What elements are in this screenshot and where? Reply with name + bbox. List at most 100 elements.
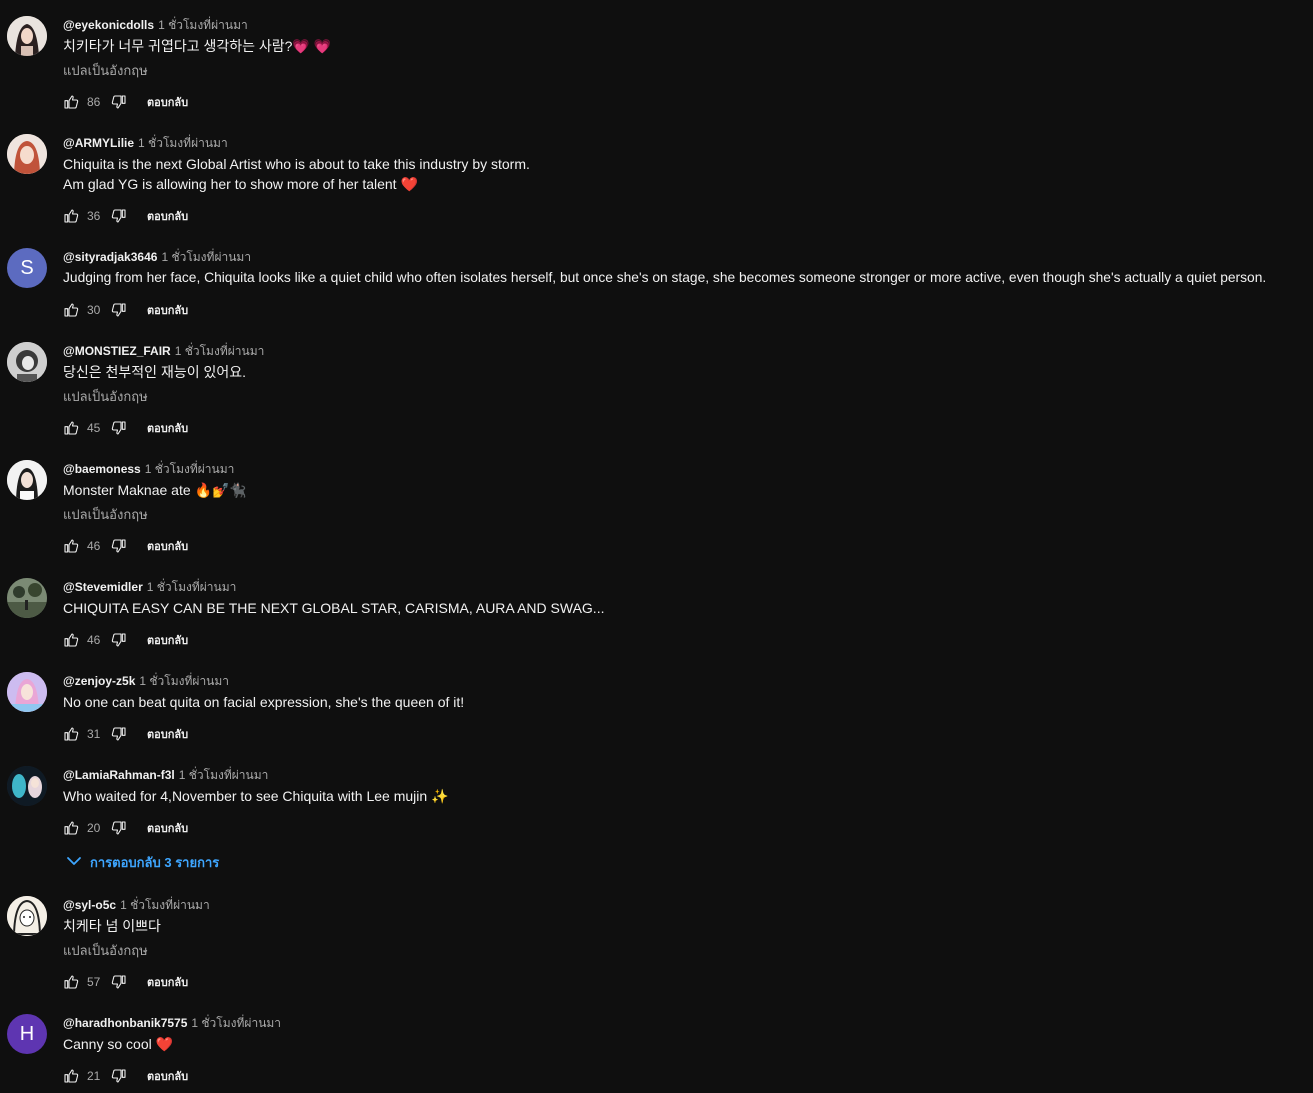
avatar-letter: H xyxy=(19,1022,35,1045)
comment-text-line: Am glad YG is allowing her to show more … xyxy=(63,176,418,192)
like-count: 57 xyxy=(87,975,101,989)
chevron-down-icon xyxy=(66,853,82,872)
author-name[interactable]: @zenjoy-z5k xyxy=(63,674,135,688)
comment-header: @syl-o5c 1 ชั่วโมงที่ผ่านมา xyxy=(63,897,210,913)
like-icon[interactable] xyxy=(63,1068,79,1084)
comment-actions: 30 ตอบกลับ xyxy=(63,302,188,318)
avatar[interactable] xyxy=(7,766,47,806)
like-icon[interactable] xyxy=(63,94,79,110)
like-icon[interactable] xyxy=(63,420,79,436)
comment-header: @Stevemidler 1 ชั่วโมงที่ผ่านมา xyxy=(63,579,236,595)
comment-text: Chiquita is the next Global Artist who i… xyxy=(63,154,530,194)
avatar[interactable] xyxy=(7,896,47,936)
comment-time[interactable]: 1 ชั่วโมงที่ผ่านมา xyxy=(161,250,251,264)
comment-time[interactable]: 1 ชั่วโมงที่ผ่านมา xyxy=(120,898,210,912)
comment-time[interactable]: 1 ชั่วโมงที่ผ่านมา xyxy=(145,462,235,476)
translate-link[interactable]: แปลเป็นอังกฤษ xyxy=(63,942,148,960)
comment-text: CHIQUITA EASY CAN BE THE NEXT GLOBAL STA… xyxy=(63,600,605,616)
like-icon[interactable] xyxy=(63,538,79,554)
dislike-icon[interactable] xyxy=(111,820,127,836)
like-count: 30 xyxy=(87,303,101,317)
dislike-icon[interactable] xyxy=(111,726,127,742)
dislike-icon[interactable] xyxy=(111,302,127,318)
comment-time[interactable]: 1 ชั่วโมงที่ผ่านมา xyxy=(191,1016,281,1030)
translate-link[interactable]: แปลเป็นอังกฤษ xyxy=(63,388,148,406)
comment-time[interactable]: 1 ชั่วโมงที่ผ่านมา xyxy=(158,18,248,32)
translate-link[interactable]: แปลเป็นอังกฤษ xyxy=(63,62,148,80)
comment-header: @zenjoy-z5k 1 ชั่วโมงที่ผ่านมา xyxy=(63,673,229,689)
like-count: 46 xyxy=(87,633,101,647)
author-name[interactable]: @MONSTIEZ_FAIR xyxy=(63,344,171,358)
dislike-icon[interactable] xyxy=(111,538,127,554)
view-replies-label: การตอบกลับ 3 รายการ xyxy=(90,854,220,870)
comment-actions: 45 ตอบกลับ xyxy=(63,420,188,436)
author-name[interactable]: @eyekonicdolls xyxy=(63,18,154,32)
comment-time[interactable]: 1 ชั่วโมงที่ผ่านมา xyxy=(139,674,229,688)
like-icon[interactable] xyxy=(63,302,79,318)
like-icon[interactable] xyxy=(63,726,79,742)
dislike-icon[interactable] xyxy=(111,208,127,224)
comment-text: 당신은 천부적인 재능이 있어요. xyxy=(63,364,246,380)
like-icon[interactable] xyxy=(63,208,79,224)
like-count: 46 xyxy=(87,539,101,553)
comment-time[interactable]: 1 ชั่วโมงที่ผ่านมา xyxy=(138,136,228,150)
dislike-icon[interactable] xyxy=(111,1068,127,1084)
avatar[interactable] xyxy=(7,460,47,500)
like-count: 31 xyxy=(87,727,101,741)
like-count: 36 xyxy=(87,209,101,223)
author-name[interactable]: @Stevemidler xyxy=(63,580,143,594)
avatar[interactable] xyxy=(7,342,47,382)
author-name[interactable]: @haradhonbanik7575 xyxy=(63,1016,187,1030)
avatar[interactable] xyxy=(7,16,47,56)
comment-header: @ARMYLilie 1 ชั่วโมงที่ผ่านมา xyxy=(63,135,228,151)
reply-button[interactable]: ตอบกลับ xyxy=(147,537,188,555)
comment-header: @sityradjak3646 1 ชั่วโมงที่ผ่านมา xyxy=(63,249,251,265)
avatar-letter: S xyxy=(20,256,34,279)
reply-button[interactable]: ตอบกลับ xyxy=(147,207,188,225)
reply-button[interactable]: ตอบกลับ xyxy=(147,419,188,437)
like-icon[interactable] xyxy=(63,974,79,990)
avatar[interactable] xyxy=(7,578,47,618)
comment-actions: 57 ตอบกลับ xyxy=(63,974,188,990)
comment-header: @haradhonbanik7575 1 ชั่วโมงที่ผ่านมา xyxy=(63,1015,281,1031)
comment-actions: 20 ตอบกลับ xyxy=(63,820,188,836)
like-icon[interactable] xyxy=(63,632,79,648)
comment-time[interactable]: 1 ชั่วโมงที่ผ่านมา xyxy=(147,580,237,594)
avatar[interactable]: H xyxy=(7,1014,47,1054)
comment-text: Judging from her face, Chiquita looks li… xyxy=(63,270,1267,285)
avatar[interactable] xyxy=(7,134,47,174)
avatar[interactable]: S xyxy=(7,248,47,288)
comment-time[interactable]: 1 ชั่วโมงที่ผ่านมา xyxy=(179,768,269,782)
view-replies-button[interactable]: การตอบกลับ 3 รายการ xyxy=(66,853,219,871)
comment-header: @MONSTIEZ_FAIR 1 ชั่วโมงที่ผ่านมา xyxy=(63,343,264,359)
comment-actions: 36 ตอบกลับ xyxy=(63,208,188,224)
author-name[interactable]: @ARMYLilie xyxy=(63,136,134,150)
like-count: 21 xyxy=(87,1069,101,1083)
dislike-icon[interactable] xyxy=(111,974,127,990)
reply-button[interactable]: ตอบกลับ xyxy=(147,725,188,743)
author-name[interactable]: @baemoness xyxy=(63,462,141,476)
comment-time[interactable]: 1 ชั่วโมงที่ผ่านมา xyxy=(175,344,265,358)
reply-button[interactable]: ตอบกลับ xyxy=(147,301,188,319)
dislike-icon[interactable] xyxy=(111,94,127,110)
reply-button[interactable]: ตอบกลับ xyxy=(147,1067,188,1085)
author-name[interactable]: @syl-o5c xyxy=(63,898,116,912)
comment-text: Canny so cool ❤️ xyxy=(63,1036,174,1052)
comment-actions: 31 ตอบกลับ xyxy=(63,726,188,742)
avatar[interactable] xyxy=(7,672,47,712)
author-name[interactable]: @sityradjak3646 xyxy=(63,250,157,264)
like-icon[interactable] xyxy=(63,820,79,836)
reply-button[interactable]: ตอบกลับ xyxy=(147,631,188,649)
author-name[interactable]: @LamiaRahman-f3l xyxy=(63,768,175,782)
reply-button[interactable]: ตอบกลับ xyxy=(147,93,188,111)
dislike-icon[interactable] xyxy=(111,420,127,436)
dislike-icon[interactable] xyxy=(111,632,127,648)
reply-button[interactable]: ตอบกลับ xyxy=(147,973,188,991)
comment-text: Monster Maknae ate 🔥💅🐈‍⬛ xyxy=(63,482,247,498)
reply-button[interactable]: ตอบกลับ xyxy=(147,819,188,837)
comment-header: @eyekonicdolls 1 ชั่วโมงที่ผ่านมา xyxy=(63,17,248,33)
comment-actions: 21 ตอบกลับ xyxy=(63,1068,188,1084)
comment-actions: 46 ตอบกลับ xyxy=(63,538,188,554)
translate-link[interactable]: แปลเป็นอังกฤษ xyxy=(63,506,148,524)
comment-text: 치케타 넘 이쁘다 xyxy=(63,918,161,934)
